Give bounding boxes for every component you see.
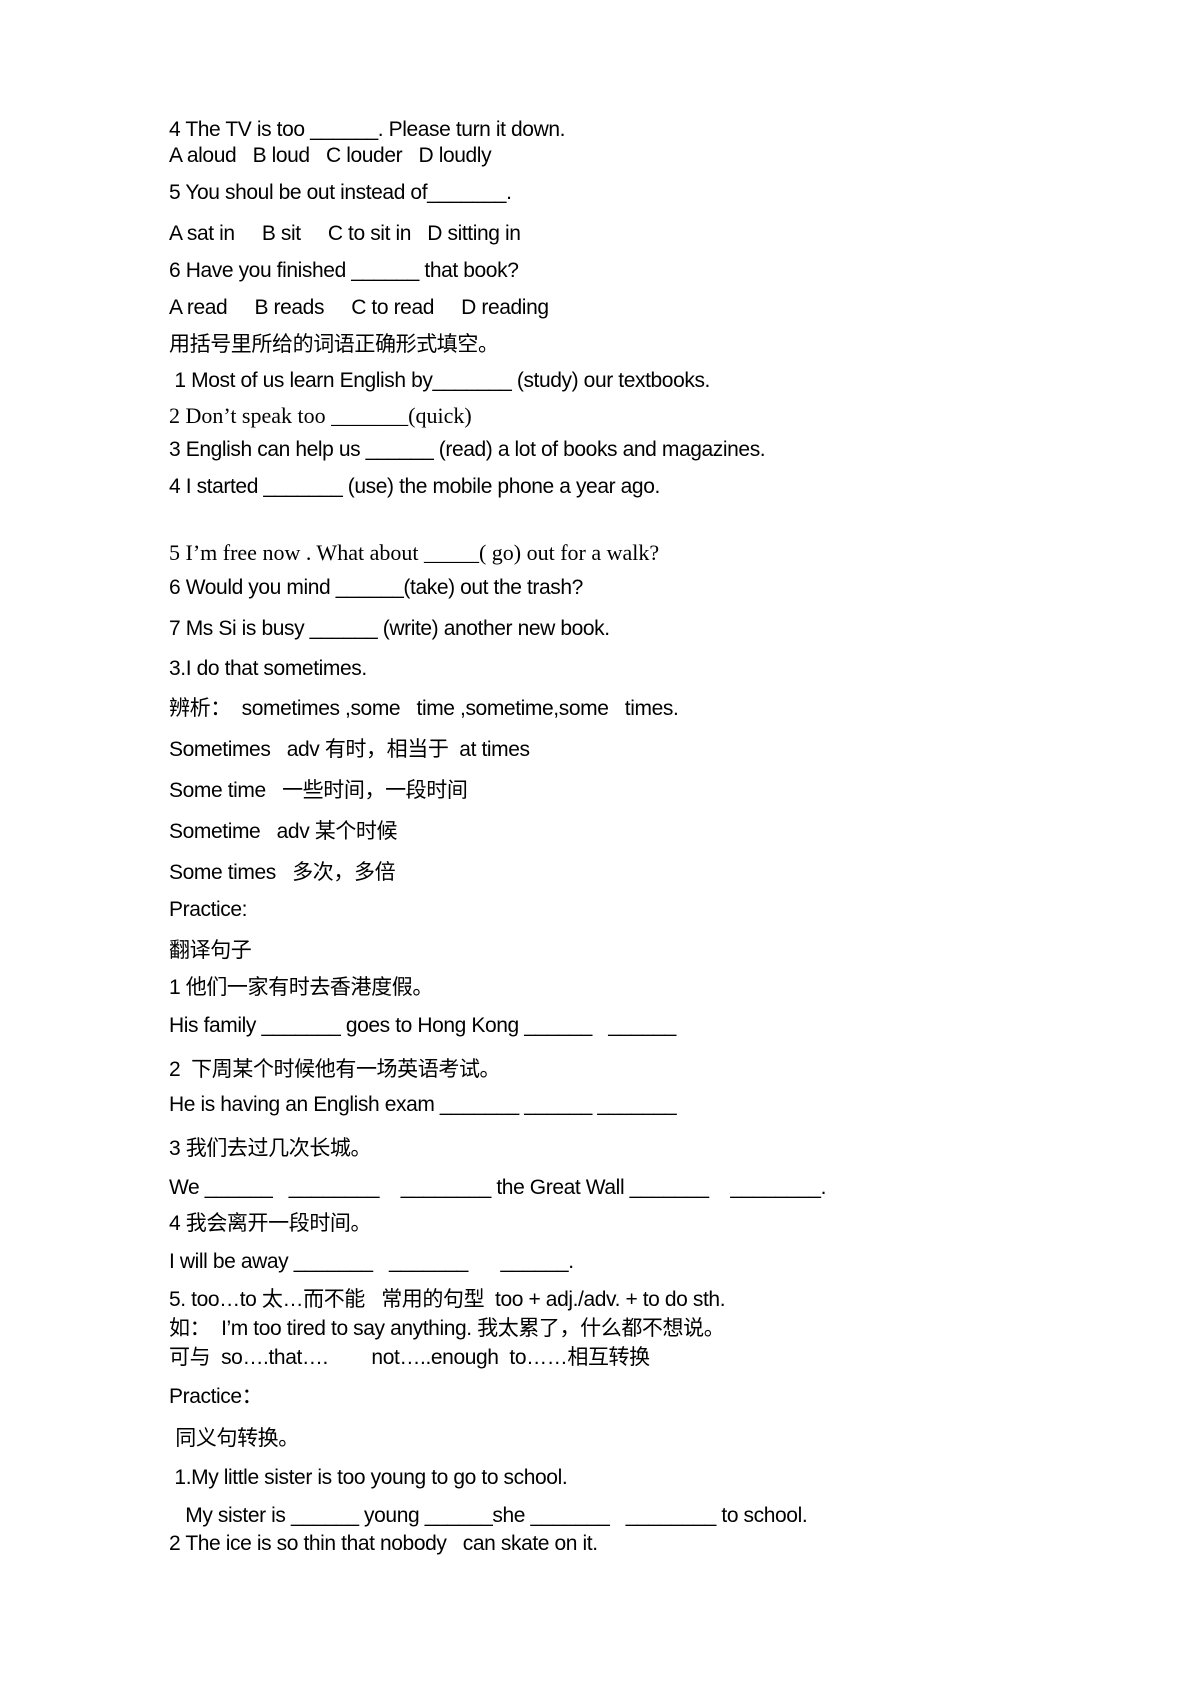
definition-sometime: Sometime adv 某个时候 — [169, 820, 398, 843]
fill-item-4: 4 I started _______ (use) the mobile pho… — [169, 475, 660, 498]
practice-heading-1: Practice: — [169, 898, 248, 921]
section-3-heading: 3.I do that sometimes. — [169, 657, 367, 680]
section-5-heading: 5. too…to 太…而不能 常用的句型 too + adj./adv. + … — [169, 1288, 726, 1311]
question-4-options: A aloud B loud C louder D loudly — [169, 144, 492, 167]
fill-item-5: 5 I’m free now . What about _____( go) o… — [169, 540, 660, 565]
synonym-item-1-blank: My sister is ______ young ______she ____… — [169, 1504, 808, 1527]
translate-item-3-cn: 3 我们去过几次长城。 — [169, 1137, 372, 1160]
synonym-heading: 同义句转换。 — [169, 1426, 299, 1450]
translate-item-2-cn: 2 下周某个时候他有一场英语考试。 — [169, 1058, 501, 1081]
translate-item-2-en: He is having an English exam _______ ___… — [169, 1093, 677, 1116]
synonym-item-2: 2 The ice is so thin that nobody can ska… — [169, 1532, 598, 1555]
question-5-instead-of: 5 You shoul be out instead of_______. — [169, 181, 512, 204]
fill-item-1: 1 Most of us learn English by_______ (st… — [169, 369, 710, 392]
definition-sometimes: Sometimes adv 有时，相当于 at times — [169, 738, 530, 761]
example-sentence: 如： I’m too tired to say anything. 我太累了，什… — [169, 1317, 725, 1340]
fill-item-6: 6 Would you mind ______(take) out the tr… — [169, 576, 583, 599]
document-page: 4 The TV is too ______. Please turn it d… — [0, 0, 1191, 1684]
question-6-options: A read B reads C to read D reading — [169, 296, 549, 319]
translate-item-4-cn: 4 我会离开一段时间。 — [169, 1212, 372, 1235]
translate-item-4-en: I will be away _______ _______ ______. — [169, 1250, 574, 1273]
analysis-line: 辨析： sometimes ,some time ,sometime,some … — [169, 697, 679, 720]
translate-item-1-en: His family _______ goes to Hong Kong ___… — [169, 1014, 676, 1037]
section-heading-fill-blanks: 用括号里所给的词语正确形式填空。 — [169, 332, 499, 356]
definition-some-times: Some times 多次，多倍 — [169, 861, 396, 884]
definition-some-time: Some time 一些时间，一段时间 — [169, 779, 468, 802]
question-6-finished: 6 Have you finished ______ that book? — [169, 259, 519, 282]
fill-item-3: 3 English can help us ______ (read) a lo… — [169, 438, 766, 461]
question-5-options: A sat in B sit C to sit in D sitting in — [169, 222, 521, 245]
fill-item-7: 7 Ms Si is busy ______ (write) another n… — [169, 617, 610, 640]
question-4-tv: 4 The TV is too ______. Please turn it d… — [169, 118, 566, 141]
translate-item-3-en: We ______ ________ ________ the Great Wa… — [169, 1176, 827, 1199]
translate-item-1-cn: 1 他们一家有时去香港度假。 — [169, 976, 433, 999]
conversion-note: 可与 so….that…. not…..enough to……相互转换 — [169, 1346, 650, 1369]
translate-heading: 翻译句子 — [169, 938, 252, 962]
fill-item-2: 2 Don’t speak too _______(quick) — [169, 403, 472, 428]
synonym-item-1: 1.My little sister is too young to go to… — [169, 1466, 568, 1489]
practice-heading-2: Practice： — [169, 1385, 263, 1408]
